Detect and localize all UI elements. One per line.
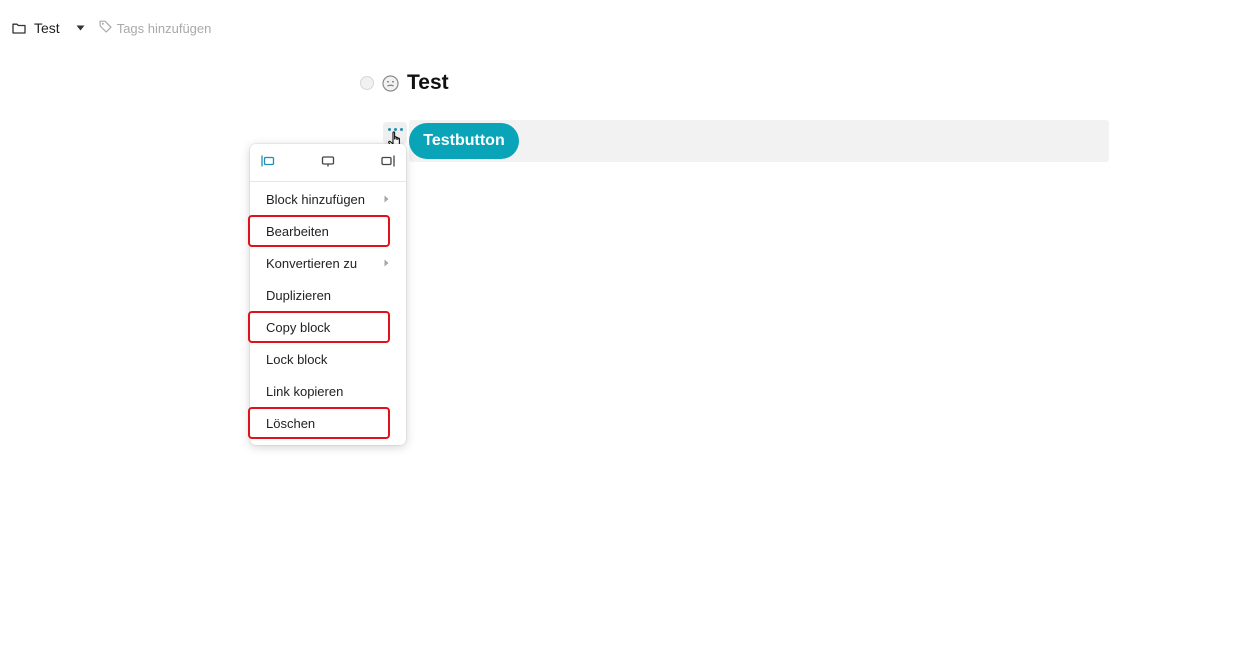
menu-item-lock-block[interactable]: Lock block: [250, 343, 406, 375]
block-menu-handle[interactable]: [383, 122, 407, 144]
caret-down-icon: [76, 25, 85, 31]
tags-placeholder: Tags hinzufügen: [116, 20, 212, 36]
folder-selector[interactable]: Test: [12, 20, 85, 36]
submenu-arrow-icon: [384, 259, 389, 267]
more-dots-icon: [387, 128, 403, 131]
test-button[interactable]: Testbutton: [409, 123, 519, 159]
menu-item-list: Block hinzufügen Bearbeiten Konvertieren…: [248, 182, 406, 439]
smiley-icon[interactable]: [382, 74, 399, 92]
menu-item-delete[interactable]: Löschen: [248, 407, 406, 439]
menu-item-label: Lock block: [266, 351, 328, 367]
folder-icon: [12, 22, 26, 34]
page-title[interactable]: Test: [407, 71, 449, 95]
status-circle-icon[interactable]: [360, 76, 374, 90]
align-right-icon[interactable]: [380, 154, 398, 170]
align-center-icon[interactable]: [320, 154, 338, 170]
alignment-toolbar: [250, 144, 406, 182]
menu-item-label: Löschen: [266, 415, 316, 431]
tag-icon: [99, 20, 112, 36]
menu-item-label: Block hinzufügen: [266, 191, 366, 207]
menu-item-label: Bearbeiten: [266, 223, 329, 239]
menu-item-convert[interactable]: Konvertieren zu: [250, 247, 406, 279]
menu-item-label: Link kopieren: [266, 383, 344, 399]
submenu-arrow-icon: [384, 195, 389, 203]
menu-item-duplicate[interactable]: Duplizieren: [250, 279, 406, 311]
folder-name: Test: [34, 20, 60, 36]
title-row: Test: [360, 68, 449, 98]
menu-item-label: Copy block: [266, 319, 331, 335]
align-left-icon[interactable]: [260, 154, 278, 170]
menu-item-label: Duplizieren: [266, 287, 332, 303]
menu-item-add-block[interactable]: Block hinzufügen: [250, 183, 406, 215]
topbar: Test Tags hinzufügen: [12, 18, 211, 38]
menu-item-label: Konvertieren zu: [266, 255, 358, 271]
block-context-menu: Block hinzufügen Bearbeiten Konvertieren…: [248, 144, 406, 445]
page: Test Tags hinzufügen Test Testbutton Blo…: [0, 0, 1234, 654]
menu-item-copy-link[interactable]: Link kopieren: [250, 375, 406, 407]
button-block[interactable]: Testbutton: [409, 120, 1109, 162]
menu-item-edit[interactable]: Bearbeiten: [248, 215, 406, 247]
menu-item-copy-block[interactable]: Copy block: [248, 311, 406, 343]
add-tags-button[interactable]: Tags hinzufügen: [99, 20, 212, 36]
